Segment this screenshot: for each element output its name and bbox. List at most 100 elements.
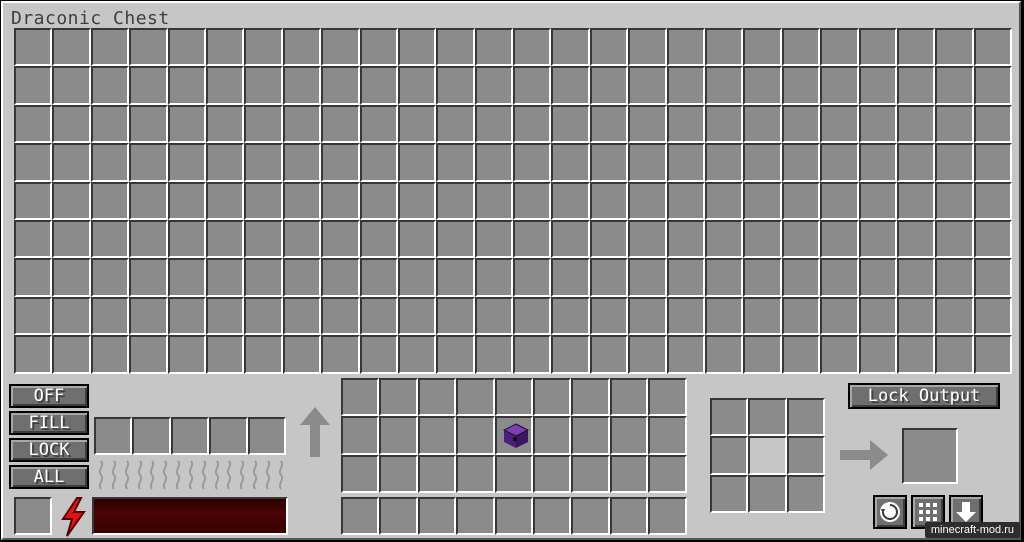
storage-slot[interactable] — [397, 143, 437, 182]
storage-slot[interactable] — [743, 143, 782, 182]
storage-slot[interactable] — [14, 28, 53, 67]
upgrade-slot[interactable] — [94, 417, 133, 456]
inventory-slot[interactable] — [494, 416, 533, 455]
storage-slot[interactable] — [205, 143, 245, 182]
inventory-slot[interactable] — [417, 416, 457, 455]
matrix-slot[interactable] — [748, 436, 787, 475]
storage-slot[interactable] — [551, 104, 590, 144]
inventory-slot[interactable] — [532, 378, 572, 417]
storage-slot[interactable] — [52, 66, 91, 105]
storage-slot[interactable] — [474, 335, 514, 374]
inventory-slot[interactable] — [417, 378, 457, 417]
storage-slot[interactable] — [628, 104, 667, 144]
storage-slot[interactable] — [858, 66, 897, 105]
matrix-slot[interactable] — [748, 474, 787, 514]
off-button[interactable]: OFF — [9, 384, 89, 408]
storage-slot[interactable] — [321, 335, 360, 374]
inventory-slot[interactable] — [341, 454, 380, 494]
storage-slot[interactable] — [90, 143, 130, 182]
storage-slot[interactable] — [14, 104, 53, 144]
storage-slot[interactable] — [474, 219, 514, 259]
storage-slot[interactable] — [935, 28, 974, 67]
hotbar-slot[interactable] — [571, 497, 610, 536]
lock-button[interactable]: LOCK — [9, 438, 89, 462]
storage-slot[interactable] — [551, 28, 590, 67]
storage-slot[interactable] — [282, 219, 322, 259]
storage-slot[interactable] — [858, 28, 897, 67]
storage-slot[interactable] — [129, 143, 168, 182]
storage-slot[interactable] — [52, 143, 91, 182]
inventory-slot[interactable] — [532, 416, 572, 455]
storage-slot[interactable] — [282, 258, 322, 297]
storage-slot[interactable] — [244, 104, 283, 144]
storage-slot[interactable] — [666, 104, 706, 144]
storage-slot[interactable] — [743, 335, 782, 374]
storage-slot[interactable] — [705, 143, 744, 182]
storage-slot[interactable] — [666, 335, 706, 374]
storage-slot[interactable] — [397, 28, 437, 67]
inventory-slot[interactable] — [417, 454, 457, 494]
storage-slot[interactable] — [321, 219, 360, 259]
storage-slot[interactable] — [90, 296, 130, 336]
inventory-slot[interactable] — [532, 454, 572, 494]
storage-slot[interactable] — [129, 181, 168, 220]
storage-slot[interactable] — [896, 296, 936, 336]
storage-slot[interactable] — [244, 335, 283, 374]
storage-slot[interactable] — [129, 258, 168, 297]
hotbar-slot[interactable] — [456, 497, 495, 536]
inventory-slot[interactable] — [609, 378, 649, 417]
storage-slot[interactable] — [282, 104, 322, 144]
storage-slot[interactable] — [666, 28, 706, 67]
storage-slot[interactable] — [359, 104, 398, 144]
hotbar-slot[interactable] — [379, 497, 418, 536]
matrix-slot[interactable] — [786, 398, 826, 437]
storage-slot[interactable] — [705, 28, 744, 67]
inventory-slot[interactable] — [494, 454, 533, 494]
storage-slot[interactable] — [474, 296, 514, 336]
storage-slot[interactable] — [628, 258, 667, 297]
storage-slot[interactable] — [282, 66, 322, 105]
storage-slot[interactable] — [436, 296, 475, 336]
storage-slot[interactable] — [282, 28, 322, 67]
storage-slot[interactable] — [820, 219, 859, 259]
storage-slot[interactable] — [90, 181, 130, 220]
storage-slot[interactable] — [935, 143, 974, 182]
storage-slot[interactable] — [820, 335, 859, 374]
storage-slot[interactable] — [705, 258, 744, 297]
storage-slot[interactable] — [167, 28, 206, 67]
matrix-slot[interactable] — [786, 436, 826, 475]
storage-slot[interactable] — [935, 219, 974, 259]
storage-slot[interactable] — [436, 219, 475, 259]
matrix-slot[interactable] — [710, 398, 749, 437]
inventory-slot[interactable] — [456, 416, 495, 455]
storage-slot[interactable] — [551, 335, 590, 374]
storage-slot[interactable] — [474, 66, 514, 105]
storage-slot[interactable] — [321, 104, 360, 144]
storage-slot[interactable] — [628, 219, 667, 259]
storage-slot[interactable] — [52, 335, 91, 374]
storage-slot[interactable] — [244, 181, 283, 220]
storage-slot[interactable] — [14, 143, 53, 182]
storage-slot[interactable] — [589, 66, 629, 105]
storage-slot[interactable] — [359, 143, 398, 182]
storage-slot[interactable] — [321, 143, 360, 182]
storage-slot[interactable] — [244, 258, 283, 297]
storage-slot[interactable] — [14, 219, 53, 259]
storage-slot[interactable] — [205, 296, 245, 336]
storage-slot[interactable] — [205, 104, 245, 144]
storage-slot[interactable] — [973, 219, 1013, 259]
storage-slot[interactable] — [244, 296, 283, 336]
hotbar-slot[interactable] — [609, 497, 649, 536]
storage-slot[interactable] — [973, 181, 1013, 220]
storage-slot[interactable] — [359, 296, 398, 336]
storage-slot[interactable] — [858, 143, 897, 182]
matrix-slot[interactable] — [748, 398, 787, 437]
matrix-slot[interactable] — [786, 474, 826, 514]
storage-slot[interactable] — [513, 335, 552, 374]
storage-slot[interactable] — [321, 28, 360, 67]
storage-slot[interactable] — [436, 335, 475, 374]
storage-slot[interactable] — [858, 335, 897, 374]
storage-slot[interactable] — [705, 219, 744, 259]
inventory-slot[interactable] — [456, 454, 495, 494]
storage-slot[interactable] — [14, 258, 53, 297]
